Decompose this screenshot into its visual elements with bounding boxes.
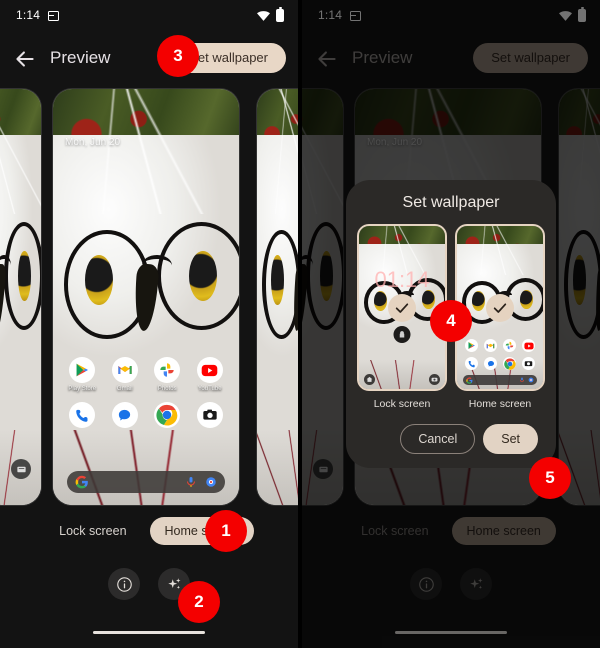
play-store-icon	[465, 339, 478, 352]
home-dock-row	[53, 402, 239, 431]
google-g-icon	[466, 376, 473, 384]
page-title: Preview	[50, 48, 111, 67]
system-navigation-bar	[93, 630, 205, 634]
screenshot-stage: 1:14 Preview Set wallpaper Mon, Jun 20 P…	[0, 0, 600, 648]
microphone-icon[interactable]	[185, 476, 197, 488]
app-bar: Preview Set wallpaper	[0, 38, 298, 82]
notification-icon	[48, 11, 59, 21]
dialog-title: Set wallpaper	[402, 194, 500, 211]
home-app-label: Gmail	[116, 386, 133, 392]
home-apps-row	[457, 339, 543, 352]
lock-shortcut-icon	[11, 459, 31, 479]
lock-screen-option-label: Lock screen	[373, 398, 431, 410]
info-button[interactable]	[108, 568, 140, 600]
check-icon	[395, 302, 409, 313]
home-app-youtube[interactable]: YouTube	[193, 357, 227, 392]
step-badge-5: 5	[529, 457, 571, 499]
step-badge-1: 1	[205, 510, 247, 552]
left-panel-preview-screen: 1:14 Preview Set wallpaper Mon, Jun 20 P…	[0, 0, 298, 648]
step-badge-4: 4	[430, 300, 472, 342]
google-photos-icon	[503, 339, 516, 352]
home-app-label: Photos	[157, 386, 177, 392]
home-app-play-store[interactable]: Play Store	[65, 357, 99, 392]
lock-shortcut-right-icon	[429, 374, 440, 385]
home-app-label: Play Store	[68, 386, 97, 392]
info-icon	[116, 576, 132, 592]
phone-icon	[69, 402, 96, 428]
gmail-icon	[484, 339, 497, 352]
preview-action-buttons	[0, 568, 298, 600]
chrome-icon	[503, 357, 516, 370]
check-icon	[493, 302, 507, 313]
camera-icon	[196, 402, 223, 428]
step-badge-3: 3	[157, 35, 199, 77]
phone-icon	[465, 357, 478, 370]
home-screen-overlay	[457, 339, 543, 385]
play-store-icon	[69, 357, 96, 383]
status-bar-icons	[257, 7, 284, 22]
home-screen-thumbnail[interactable]	[455, 224, 545, 391]
google-search-bar[interactable]	[67, 471, 225, 493]
home-app-gmail[interactable]: Gmail	[108, 357, 142, 392]
home-app-photos[interactable]: Photos	[150, 357, 184, 392]
google-g-icon	[75, 475, 89, 489]
microphone-icon	[519, 377, 525, 383]
set-button[interactable]: Set	[483, 424, 538, 454]
home-dock-row	[457, 357, 543, 370]
home-apps-row: Play Store Gmail Photos YouTube	[53, 357, 239, 392]
wallpaper-image	[0, 89, 41, 505]
google-photos-icon	[154, 357, 181, 383]
wifi-icon	[257, 10, 270, 21]
battery-icon	[276, 7, 284, 22]
google-search-bar	[463, 375, 537, 385]
lock-shortcut-left-icon	[364, 374, 375, 385]
preview-card-previous[interactable]	[0, 88, 42, 506]
back-arrow-icon[interactable]	[12, 46, 38, 72]
home-screen-selected-check	[486, 293, 514, 322]
dock-app-messages[interactable]	[108, 402, 142, 431]
search-bar-actions	[519, 377, 534, 383]
dock-app-camera[interactable]	[193, 402, 227, 431]
step-badge-2: 2	[178, 581, 220, 623]
google-lens-icon[interactable]	[205, 476, 217, 488]
lock-icon	[393, 326, 411, 344]
messages-icon	[111, 402, 138, 428]
preview-date-text: Mon, Jun 20	[65, 137, 121, 148]
status-bar-time: 1:14	[16, 8, 41, 22]
search-bar-actions	[185, 476, 217, 488]
chrome-icon	[154, 402, 181, 428]
dialog-action-row: Cancel Set	[358, 424, 544, 454]
home-screen-option-label: Home screen	[468, 398, 532, 410]
youtube-icon	[196, 357, 223, 383]
screen-type-chip-group: Lock screen Home screen	[0, 517, 298, 545]
home-screen-overlay: Play Store Gmail Photos YouTube	[53, 357, 239, 505]
preview-card-current-home-screen[interactable]: Mon, Jun 20 Play Store Gmail Photos YouT…	[52, 88, 240, 506]
sparkle-icon	[167, 577, 181, 589]
lock-screen-selected-check	[388, 293, 416, 322]
dock-app-chrome[interactable]	[150, 402, 184, 431]
camera-icon	[522, 357, 535, 370]
dock-app-phone[interactable]	[65, 402, 99, 431]
wallpaper-image	[257, 89, 298, 505]
google-lens-icon	[528, 377, 534, 383]
cancel-button[interactable]: Cancel	[400, 424, 476, 454]
preview-card-next[interactable]	[256, 88, 298, 506]
status-bar: 1:14	[0, 0, 298, 32]
messages-icon	[484, 357, 497, 370]
youtube-icon	[522, 339, 535, 352]
gmail-icon	[111, 357, 138, 383]
lock-screen-chip[interactable]: Lock screen	[44, 517, 141, 545]
home-app-label: YouTube	[197, 386, 222, 392]
lock-screen-clock: 01:14	[374, 267, 430, 293]
wallpaper-preview-carousel[interactable]: Mon, Jun 20 Play Store Gmail Photos YouT…	[0, 88, 298, 506]
